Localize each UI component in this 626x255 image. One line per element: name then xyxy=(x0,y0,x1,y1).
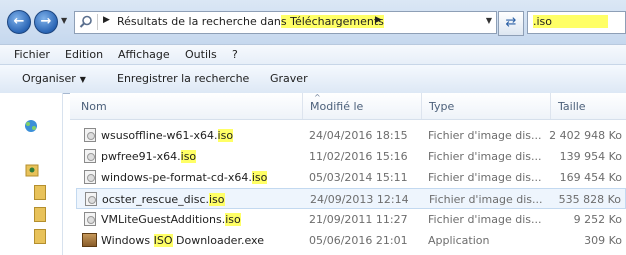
folder-icon[interactable] xyxy=(34,185,46,200)
file-size: 535 828 Ko xyxy=(558,193,621,206)
file-name: ocster_rescue_disc.iso xyxy=(102,193,225,206)
file-date: 05/03/2014 15:11 xyxy=(309,171,408,184)
disc-image-icon xyxy=(84,212,96,226)
disc-image-icon xyxy=(85,192,97,206)
file-type: Fichier d'image dis... xyxy=(428,150,542,163)
column-header-type[interactable]: Type xyxy=(429,100,454,113)
menu-outils[interactable]: Outils xyxy=(185,48,217,61)
file-type: Fichier d'image dis... xyxy=(428,171,542,184)
file-name: Windows ISO Downloader.exe xyxy=(101,234,264,247)
file-type: Fichier d'image dis... xyxy=(428,213,542,226)
file-size: 139 954 Ko xyxy=(559,150,622,163)
file-type: Fichier d'image dis... xyxy=(429,193,543,206)
network-icon[interactable] xyxy=(24,119,38,133)
forward-button[interactable]: → xyxy=(34,10,58,34)
file-name-match: ISO xyxy=(153,234,173,247)
file-name-text: windows-pe-format-cd-x64. xyxy=(101,171,252,184)
file-date: 24/09/2013 12:14 xyxy=(310,193,409,206)
file-name-text: VMLiteGuestAdditions. xyxy=(101,213,226,226)
breadcrumb-prefix: Résultats de la recherche dan xyxy=(117,15,281,28)
file-name-text: wsusoffline-w61-x64. xyxy=(101,129,218,142)
file-name: VMLiteGuestAdditions.iso xyxy=(101,213,241,226)
breadcrumb-chevron-icon-2[interactable]: ▶ xyxy=(375,15,382,25)
file-name-match: iso xyxy=(225,213,241,226)
search-text-highlight-pad xyxy=(552,15,608,28)
refresh-button[interactable]: ⇄ xyxy=(498,11,524,36)
breadcrumb-location[interactable]: Téléchargements xyxy=(286,15,384,28)
organize-label: Organiser xyxy=(22,72,76,85)
column-divider[interactable] xyxy=(302,93,303,119)
file-name-suffix: Downloader.exe xyxy=(172,234,264,247)
back-button[interactable]: ← xyxy=(7,10,31,34)
file-name-match: iso xyxy=(251,171,268,184)
file-list-header: ^ Nom Modifié le Type Taille xyxy=(70,93,626,120)
disc-image-icon xyxy=(84,149,96,163)
file-date: 11/02/2016 15:16 xyxy=(309,150,408,163)
breadcrumb-highlight-s: s xyxy=(280,15,287,28)
breadcrumb: Résultats de la recherche dans Télécharg… xyxy=(117,15,384,28)
burn-button[interactable]: Graver xyxy=(270,72,308,85)
title-bar: ← → ▼ ▶ Résultats de la recherche dans T… xyxy=(0,0,626,44)
menu-affichage[interactable]: Affichage xyxy=(118,48,170,61)
file-date: 21/09/2011 11:27 xyxy=(309,213,408,226)
search-value: .iso xyxy=(533,15,608,28)
application-icon xyxy=(82,233,97,247)
file-name-match: iso xyxy=(180,150,197,163)
organize-button[interactable]: Organiser ▼ xyxy=(22,72,86,85)
file-name: wsusoffline-w61-x64.iso xyxy=(101,129,234,142)
file-row[interactable]: wsusoffline-w61-x64.iso 24/04/2016 18:15… xyxy=(76,125,626,146)
folder-icon[interactable] xyxy=(34,229,46,244)
file-type: Application xyxy=(428,234,490,247)
file-size: 2 402 948 Ko xyxy=(549,129,622,142)
chevron-down-icon: ▼ xyxy=(79,75,86,84)
search-icon xyxy=(79,15,92,28)
file-type: Fichier d'image dis... xyxy=(428,129,542,142)
recent-pages-dropdown-icon[interactable]: ▼ xyxy=(61,16,67,25)
file-size: 9 252 Ko xyxy=(573,213,622,226)
menu-fichier[interactable]: Fichier xyxy=(14,48,50,61)
file-size: 169 454 Ko xyxy=(559,171,622,184)
arrow-left-icon: ← xyxy=(13,14,25,29)
file-name-match: iso xyxy=(209,193,225,206)
command-toolbar: Organiser ▼ Enregistrer la recherche Grav… xyxy=(0,64,626,94)
search-text-highlight: .iso xyxy=(533,15,553,28)
user-folder-icon[interactable] xyxy=(25,163,39,177)
column-divider[interactable] xyxy=(421,93,422,119)
search-input[interactable]: .iso xyxy=(527,11,626,34)
file-row[interactable]: windows-pe-format-cd-x64.iso 05/03/2014 … xyxy=(76,167,626,188)
file-row-selected[interactable]: ocster_rescue_disc.iso 24/09/2013 12:14 … xyxy=(76,188,626,209)
breadcrumb-chevron-icon[interactable]: ▶ xyxy=(103,15,110,25)
address-separator xyxy=(97,14,98,30)
disc-image-icon xyxy=(84,128,96,142)
file-row[interactable]: pwfree91-x64.iso 11/02/2016 15:16 Fichie… xyxy=(76,146,626,167)
address-dropdown-icon[interactable]: ▼ xyxy=(486,16,492,25)
column-header-name[interactable]: Nom xyxy=(81,100,107,113)
column-divider[interactable] xyxy=(550,93,551,119)
disc-image-icon xyxy=(84,170,96,184)
menu-bar: Fichier Edition Affichage Outils ? xyxy=(0,44,626,65)
file-date: 24/04/2016 18:15 xyxy=(309,129,408,142)
file-name-text: Windows xyxy=(101,234,154,247)
file-name: pwfree91-x64.iso xyxy=(101,150,197,163)
file-row[interactable]: VMLiteGuestAdditions.iso 21/09/2011 11:2… xyxy=(76,209,626,230)
menu-help[interactable]: ? xyxy=(232,48,238,61)
file-name-text: ocster_rescue_disc. xyxy=(102,193,209,206)
column-header-modified[interactable]: Modifié le xyxy=(310,100,363,113)
menu-edition[interactable]: Edition xyxy=(65,48,103,61)
file-name-text: pwfree91-x64. xyxy=(101,150,181,163)
file-name-match: iso xyxy=(217,129,234,142)
address-bar[interactable]: ▶ Résultats de la recherche dans Télécha… xyxy=(74,11,497,34)
navigation-pane xyxy=(0,93,63,255)
file-size: 309 Ko xyxy=(584,234,622,247)
arrow-right-icon: → xyxy=(40,14,52,29)
refresh-icon: ⇄ xyxy=(505,15,517,30)
file-name: windows-pe-format-cd-x64.iso xyxy=(101,171,268,184)
file-date: 05/06/2016 21:01 xyxy=(309,234,408,247)
column-header-size[interactable]: Taille xyxy=(558,100,586,113)
file-row[interactable]: Windows ISO Downloader.exe 05/06/2016 21… xyxy=(76,230,626,251)
save-search-button[interactable]: Enregistrer la recherche xyxy=(117,72,249,85)
folder-icon[interactable] xyxy=(34,207,46,222)
